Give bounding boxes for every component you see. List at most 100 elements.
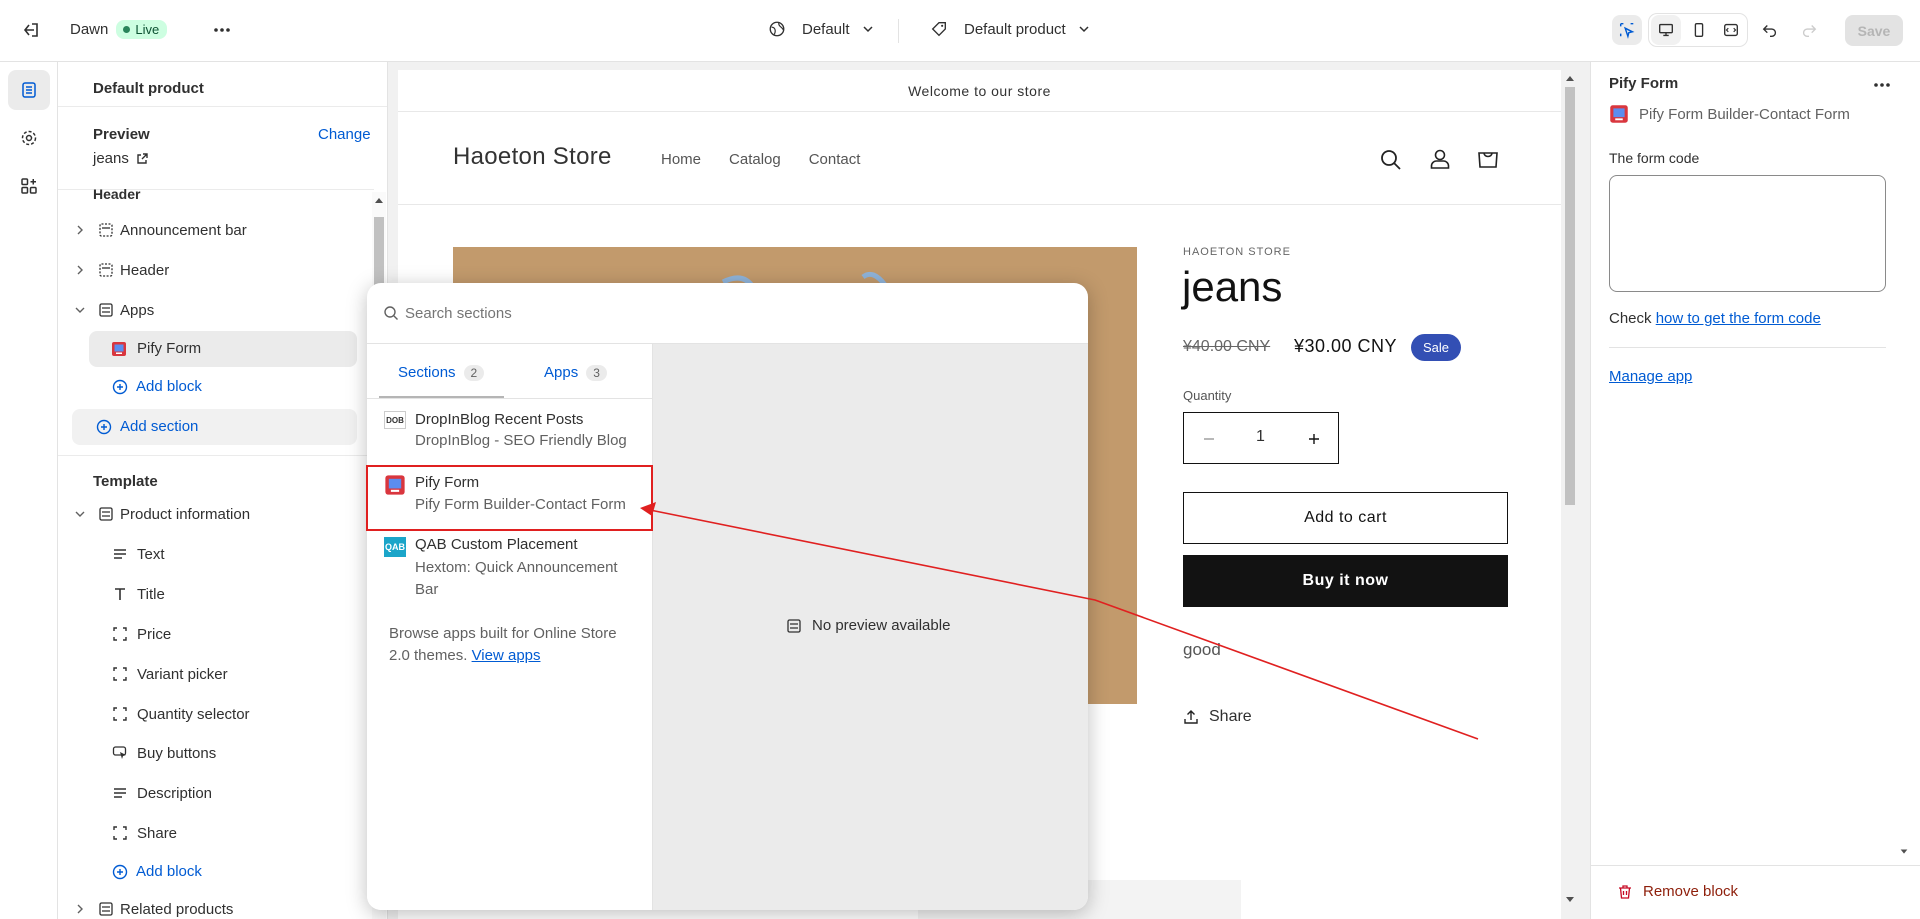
block-quantity-selector[interactable]: Quantity selector bbox=[58, 697, 358, 731]
share-button[interactable]: Share bbox=[1183, 708, 1252, 726]
app-name: Pify Form Builder-Contact Form bbox=[1639, 105, 1850, 123]
scroll-down-icon[interactable] bbox=[1564, 896, 1576, 904]
add-block-button[interactable]: Add block bbox=[112, 378, 202, 395]
plus-icon[interactable] bbox=[1308, 433, 1320, 445]
manage-app-link[interactable]: Manage app bbox=[1609, 368, 1692, 385]
settings-gear-icon[interactable] bbox=[8, 118, 50, 158]
chevron-down-icon bbox=[75, 511, 85, 517]
form-code-help-link[interactable]: how to get the form code bbox=[1656, 310, 1821, 327]
tab-apps[interactable]: Apps 3 bbox=[544, 364, 607, 381]
nav-home[interactable]: Home bbox=[661, 151, 701, 168]
account-icon[interactable] bbox=[1428, 147, 1452, 171]
mobile-view-icon[interactable] bbox=[1684, 15, 1714, 45]
pify-form-app-icon bbox=[1610, 105, 1628, 123]
section-apps[interactable]: Apps bbox=[58, 293, 358, 327]
nav-catalog[interactable]: Catalog bbox=[729, 151, 781, 168]
template-label: Default bbox=[802, 20, 850, 38]
store-logo[interactable]: Haoeton Store bbox=[453, 143, 612, 171]
section-announcement-bar[interactable]: Announcement bar bbox=[58, 213, 358, 247]
section-header[interactable]: Header bbox=[58, 253, 358, 287]
preview-scrollbar[interactable] bbox=[1562, 70, 1578, 919]
minus-icon[interactable] bbox=[1203, 433, 1215, 445]
section-list: Sections 2 Apps 3 DOB DropInBlog Recent … bbox=[367, 344, 653, 910]
divider bbox=[398, 204, 1561, 205]
redo-icon[interactable] bbox=[1794, 15, 1824, 45]
list-item-qab[interactable]: QAB QAB Custom Placement Hextom: Quick A… bbox=[367, 529, 652, 617]
form-code-textarea[interactable] bbox=[1609, 175, 1886, 292]
section-icon bbox=[787, 618, 801, 633]
app-embeds-icon[interactable] bbox=[8, 166, 50, 206]
title-t-icon bbox=[115, 588, 125, 600]
preview-item-label: jeans bbox=[93, 150, 129, 167]
more-actions-icon[interactable] bbox=[207, 15, 237, 45]
section-label: Header bbox=[120, 261, 170, 279]
search-sections-input[interactable] bbox=[405, 297, 1055, 329]
compare-price: ¥40.00 CNY bbox=[1183, 338, 1271, 355]
block-description[interactable]: Description bbox=[58, 776, 358, 810]
preview-item[interactable]: jeans bbox=[93, 150, 149, 167]
scroll-up-icon[interactable] bbox=[1564, 74, 1576, 82]
change-preview-link[interactable]: Change bbox=[318, 126, 371, 143]
left-rail bbox=[0, 62, 58, 919]
announcement-bar: Welcome to our store bbox=[398, 70, 1561, 112]
live-badge: Live bbox=[116, 20, 168, 39]
cart-icon[interactable] bbox=[1476, 147, 1500, 171]
template-selector[interactable]: Default bbox=[768, 20, 874, 38]
block-price[interactable]: Price bbox=[58, 617, 358, 651]
view-apps-link[interactable]: View apps bbox=[472, 647, 541, 664]
search-icon[interactable] bbox=[1379, 148, 1403, 172]
desktop-view-icon[interactable] bbox=[1651, 15, 1681, 45]
block-share[interactable]: Share bbox=[58, 816, 358, 850]
scroll-up-icon[interactable] bbox=[373, 196, 385, 204]
more-actions-icon[interactable] bbox=[1872, 75, 1892, 95]
preview-scrollbar-thumb[interactable] bbox=[1565, 87, 1575, 505]
remove-block-button[interactable]: Remove block bbox=[1617, 883, 1738, 900]
add-section-button[interactable]: Add section bbox=[72, 409, 357, 445]
app-name-row[interactable]: Pify Form Builder-Contact Form bbox=[1609, 104, 1850, 124]
scroll-down-icon[interactable] bbox=[1899, 848, 1909, 856]
store-nav: Home Catalog Contact bbox=[661, 151, 860, 168]
search-bar bbox=[367, 283, 1088, 344]
product-selector[interactable]: Default product bbox=[930, 20, 1090, 38]
list-item-dropinblog[interactable]: DOB DropInBlog Recent Posts DropInBlog -… bbox=[367, 404, 652, 464]
plus-circle-icon bbox=[112, 864, 128, 879]
page-title: Default product bbox=[93, 80, 204, 97]
help-prefix: Check bbox=[1609, 310, 1652, 327]
section-product-information[interactable]: Product information bbox=[58, 497, 358, 531]
inspector-toggle-icon[interactable] bbox=[1612, 15, 1642, 45]
fullscreen-view-icon[interactable] bbox=[1716, 15, 1746, 45]
product-label: Default product bbox=[964, 20, 1066, 38]
save-button[interactable]: Save bbox=[1845, 15, 1903, 46]
block-settings-panel: Pify Form Pify Form Builder-Contact Form… bbox=[1590, 62, 1920, 919]
add-block-label: Add block bbox=[136, 863, 202, 880]
block-text[interactable]: Text bbox=[58, 537, 358, 571]
add-to-cart-button[interactable]: Add to cart bbox=[1183, 492, 1508, 544]
section-related-products[interactable]: Related products bbox=[58, 892, 358, 919]
nav-contact[interactable]: Contact bbox=[809, 151, 861, 168]
section-icon bbox=[99, 303, 113, 317]
block-title[interactable]: Title bbox=[58, 577, 358, 611]
block-variant-picker[interactable]: Variant picker bbox=[58, 657, 358, 691]
block-pify-form[interactable]: Pify Form bbox=[89, 331, 357, 367]
block-frame-icon bbox=[113, 826, 127, 840]
sale-badge: Sale bbox=[1411, 334, 1462, 361]
buy-it-now-button[interactable]: Buy it now bbox=[1183, 555, 1508, 607]
block-label: Variant picker bbox=[137, 665, 228, 683]
sections-icon[interactable] bbox=[8, 70, 50, 110]
section-icon bbox=[99, 263, 113, 277]
undo-icon[interactable] bbox=[1755, 15, 1785, 45]
preview-label: Preview bbox=[93, 126, 150, 143]
header-group-title: Header bbox=[93, 186, 141, 202]
template-group-title: Template bbox=[93, 473, 158, 490]
item-subtitle: DropInBlog - SEO Friendly Blog bbox=[415, 432, 627, 449]
live-label: Live bbox=[135, 22, 160, 37]
section-icon bbox=[99, 223, 113, 237]
block-buy-buttons[interactable]: Buy buttons bbox=[58, 736, 358, 770]
exit-icon[interactable] bbox=[16, 15, 46, 45]
quantity-value[interactable]: 1 bbox=[1256, 428, 1265, 446]
tab-sections[interactable]: Sections 2 bbox=[398, 364, 485, 381]
qab-app-icon: QAB bbox=[384, 537, 406, 557]
globe-icon bbox=[769, 21, 785, 37]
add-block-button[interactable]: Add block bbox=[112, 863, 202, 880]
sale-price: ¥30.00 CNY bbox=[1294, 336, 1398, 356]
